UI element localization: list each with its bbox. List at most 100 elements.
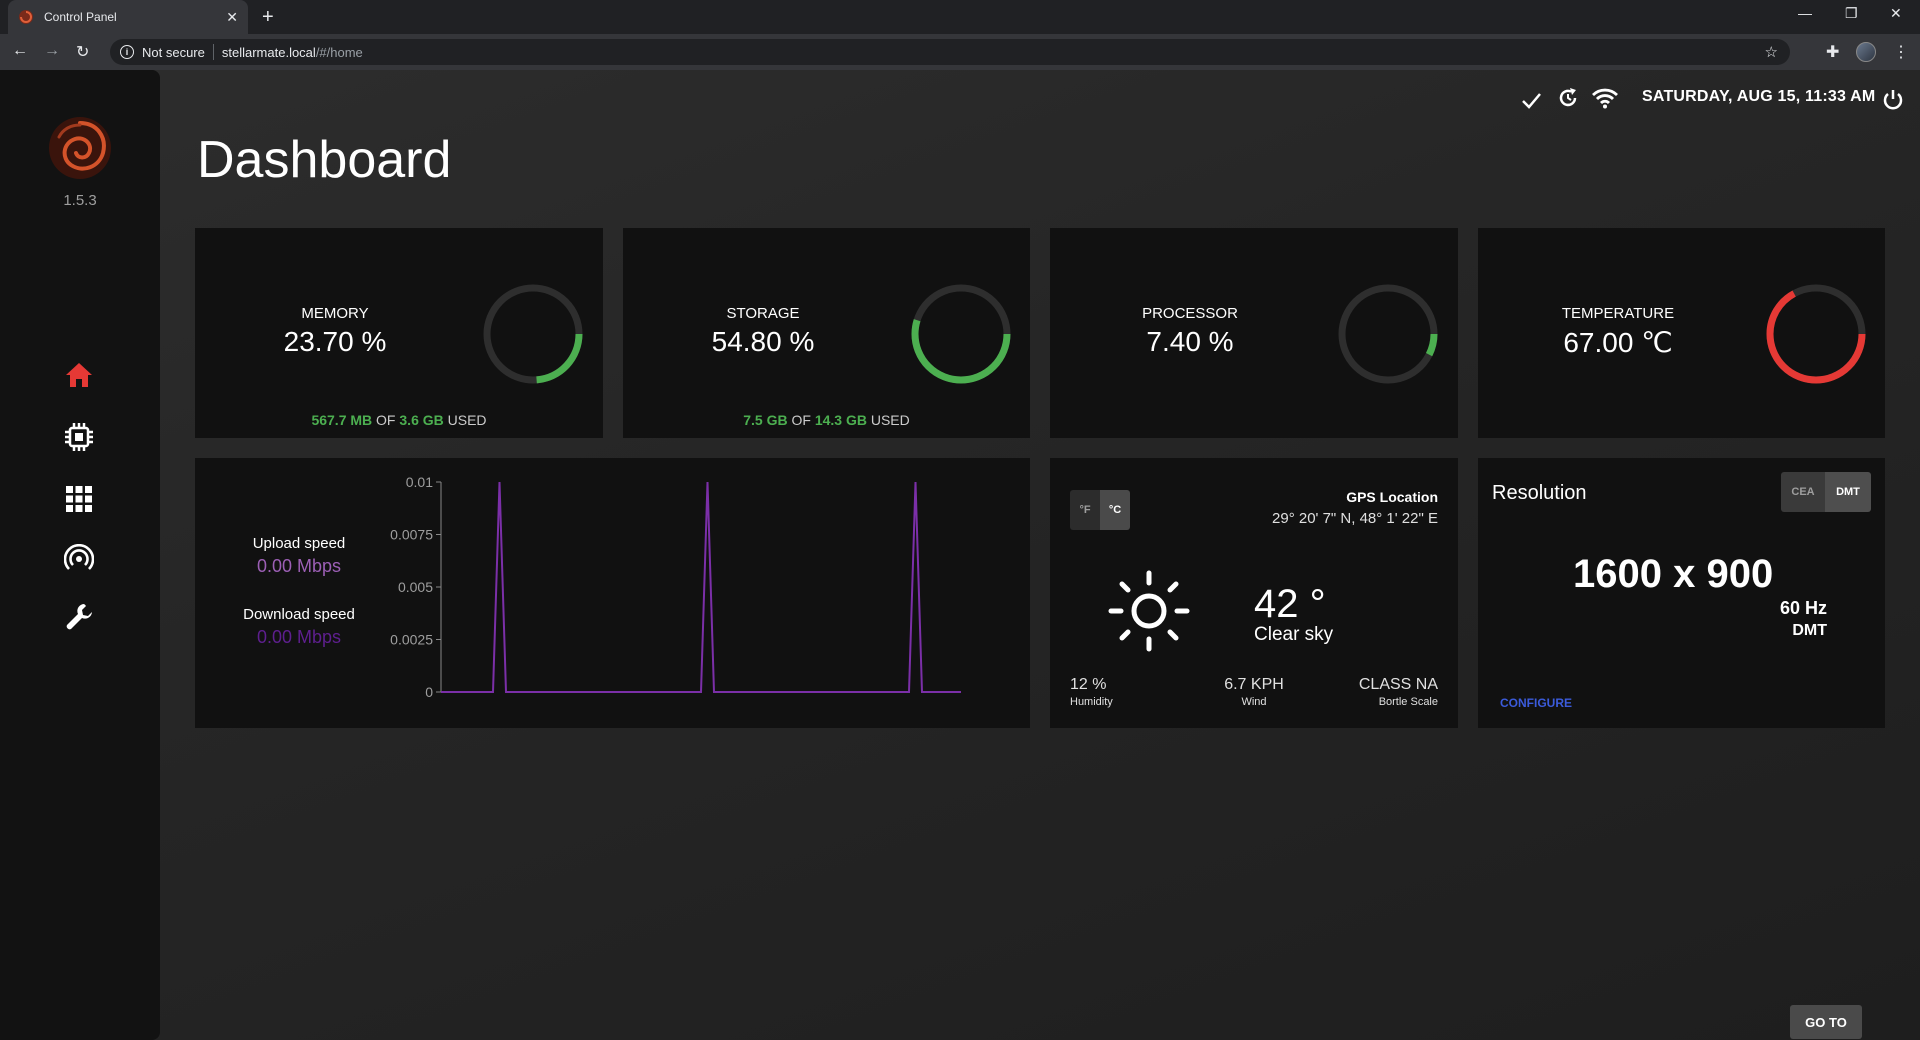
- download-speed-value: 0.00 Mbps: [256, 627, 342, 647]
- storage-value: 54.80 %: [711, 326, 815, 357]
- reload-icon[interactable]: ↻: [76, 42, 89, 62]
- memory-label: MEMORY: [301, 305, 369, 322]
- bortle-label: Bortle Scale: [1378, 696, 1438, 708]
- resolution-mode-toggle: CEA DMT: [1781, 472, 1871, 512]
- weather-card: °F °C GPS Location 29° 20' 7" N, 48° 1' …: [1050, 458, 1458, 728]
- network-card: Upload speed 0.00 Mbps Download speed 0.…: [195, 458, 1030, 728]
- info-icon[interactable]: i: [120, 45, 134, 59]
- resolution-card: Resolution CEA DMT 1600 x 900 60 Hz DMT …: [1478, 458, 1885, 728]
- wrench-icon: [66, 604, 92, 630]
- processor-gauge: [1338, 284, 1438, 384]
- memory-card: MEMORY 23.70 % 567.7 MB OF 3.6 GB USED: [195, 228, 603, 438]
- sidebar-item-processor[interactable]: [62, 420, 96, 454]
- url-separator: [212, 44, 214, 60]
- back-icon[interactable]: ←: [12, 42, 28, 60]
- wifi-icon: [1592, 88, 1618, 109]
- gps-label: GPS Location: [1346, 489, 1438, 505]
- apps-grid-icon: [66, 486, 92, 512]
- sidebar: 1.5.3: [0, 70, 160, 1040]
- processor-card: PROCESSOR 7.40 %: [1050, 228, 1458, 438]
- sync-clock-icon: [1559, 88, 1577, 107]
- sidebar-item-home[interactable]: [62, 358, 96, 392]
- restore-icon[interactable]: ❐: [1845, 5, 1858, 22]
- profile-avatar[interactable]: [1856, 42, 1876, 62]
- storage-used: 7.5 GB: [743, 412, 788, 428]
- url-host: stellarmate.local: [221, 44, 316, 60]
- power-icon[interactable]: [1882, 86, 1904, 114]
- memory-value: 23.70 %: [283, 326, 387, 357]
- broadcast-icon: [64, 544, 94, 570]
- browser-menu-icon[interactable]: ⋮: [1893, 42, 1909, 62]
- goto-button[interactable]: GO TO: [1790, 1005, 1862, 1039]
- cea-mode-button[interactable]: CEA: [1781, 472, 1825, 512]
- sidebar-item-apps[interactable]: [62, 482, 96, 516]
- memory-used-suffix: USED: [447, 412, 487, 428]
- gauge-track: [1338, 284, 1438, 384]
- speed-series-line: [441, 481, 961, 693]
- y-tick-label: 0.0075: [390, 527, 433, 543]
- upload-speed-label: Upload speed: [252, 535, 346, 552]
- y-tick-label: 0.01: [406, 474, 433, 490]
- download-speed-label: Download speed: [243, 606, 355, 623]
- wind-label: Wind: [1241, 696, 1267, 708]
- upload-speed-value: 0.00 Mbps: [256, 556, 342, 576]
- processor-icon: [65, 423, 93, 451]
- sidebar-item-broadcast[interactable]: [62, 542, 96, 576]
- tab-close-icon[interactable]: ✕: [226, 9, 238, 26]
- check-icon: [1522, 93, 1541, 109]
- sidebar-item-settings[interactable]: [62, 600, 96, 634]
- temperature-unit-toggle: °F °C: [1070, 490, 1130, 530]
- browser-tab[interactable]: Control Panel ✕: [8, 0, 248, 34]
- storage-of: OF: [791, 412, 811, 428]
- browser-address-bar: ← → ↻ i Not secure stellarmate.local /#/…: [0, 34, 1920, 70]
- temperature-value: 67.00 ℃: [1563, 327, 1673, 358]
- dmt-mode-button[interactable]: DMT: [1825, 472, 1871, 512]
- gps-coordinates: 29° 20' 7" N, 48° 1' 22" E: [1272, 510, 1438, 527]
- storage-total: 14.3 GB: [814, 412, 867, 428]
- processor-value: 7.40 %: [1146, 326, 1234, 357]
- storage-card: STORAGE 54.80 % 7.5 GB OF 14.3 GB USED: [623, 228, 1030, 438]
- weather-condition: Clear sky: [1254, 624, 1334, 645]
- y-tick-label: 0: [425, 684, 433, 700]
- app-version: 1.5.3: [63, 192, 97, 209]
- y-tick-label: 0.005: [398, 579, 433, 595]
- url-field[interactable]: i Not secure stellarmate.local /#/home ☆: [110, 39, 1790, 65]
- home-icon: [66, 363, 92, 387]
- weather-temperature: 42 °: [1254, 582, 1326, 626]
- configure-link[interactable]: CONFIGURE: [1500, 696, 1572, 710]
- celsius-button[interactable]: °C: [1100, 490, 1130, 530]
- temperature-card: TEMPERATURE 67.00 ℃: [1478, 228, 1885, 438]
- forward-icon[interactable]: →: [44, 42, 60, 60]
- refresh-rate: 60 Hz: [1779, 598, 1827, 618]
- humidity-value: 12 %: [1070, 676, 1107, 693]
- close-window-icon[interactable]: ✕: [1890, 5, 1902, 22]
- url-path: /#/home: [315, 44, 363, 60]
- bortle-value: CLASS NA: [1358, 676, 1438, 693]
- temperature-label: TEMPERATURE: [1561, 305, 1675, 322]
- stellarmate-logo-icon: [49, 117, 111, 179]
- bookmark-star-icon[interactable]: ☆: [1765, 43, 1778, 61]
- fahrenheit-button[interactable]: °F: [1070, 490, 1100, 530]
- new-tab-button[interactable]: +: [262, 6, 274, 29]
- extensions-icon[interactable]: ✚: [1826, 42, 1839, 62]
- memory-used: 567.7 MB: [311, 412, 373, 428]
- storage-gauge: [911, 284, 1011, 384]
- sun-icon: [1108, 570, 1190, 652]
- resolution-value: 1600 x 900: [1573, 552, 1774, 596]
- app-root: 1.5.3 SATURDAY, AUG 15, 11:33 AM Dashboa…: [0, 70, 1920, 1040]
- not-secure-label: Not secure: [142, 44, 205, 60]
- tab-title: Control Panel: [44, 10, 117, 24]
- memory-gauge: [483, 284, 583, 384]
- storage-usage-detail: 7.5 GB OF 14.3 GB USED: [623, 412, 1030, 428]
- browser-tab-bar: Control Panel ✕ + — ❐ ✕: [0, 0, 1920, 34]
- humidity-label: Humidity: [1070, 696, 1113, 708]
- memory-of: OF: [376, 412, 396, 428]
- wind-value: 6.7 KPH: [1224, 676, 1284, 693]
- memory-total: 3.6 GB: [399, 412, 444, 428]
- y-tick-label: 0.0025: [390, 632, 433, 648]
- network-speed-chart: 0.01 0.0075 0.005 0.0025 0: [390, 474, 961, 700]
- processor-label: PROCESSOR: [1142, 305, 1238, 322]
- page-title: Dashboard: [197, 131, 452, 189]
- storage-used-suffix: USED: [870, 412, 910, 428]
- minimize-icon[interactable]: —: [1798, 5, 1812, 21]
